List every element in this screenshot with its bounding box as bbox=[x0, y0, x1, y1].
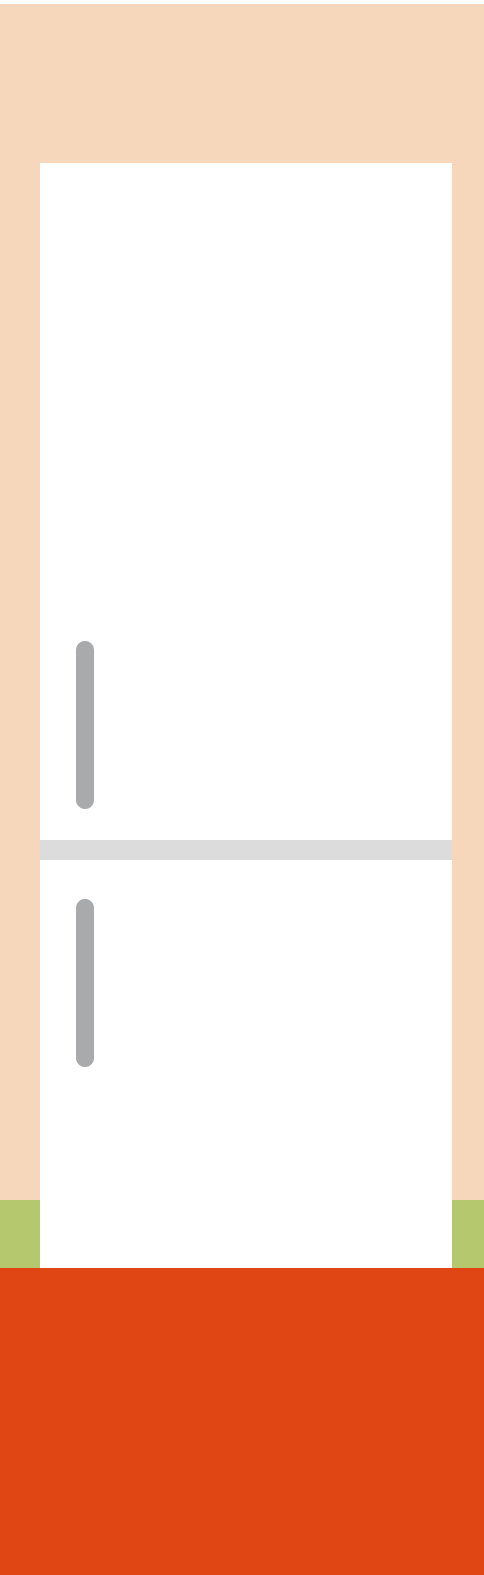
baseboard-right bbox=[452, 1200, 484, 1268]
fridge-door-divider bbox=[40, 840, 452, 860]
kitchen-scene bbox=[0, 0, 484, 1575]
lower-door-handle-icon bbox=[76, 899, 94, 1067]
baseboard-left bbox=[0, 1200, 40, 1268]
upper-door-handle-icon bbox=[76, 641, 94, 809]
floor bbox=[0, 1268, 484, 1575]
refrigerator-icon bbox=[40, 163, 452, 1268]
